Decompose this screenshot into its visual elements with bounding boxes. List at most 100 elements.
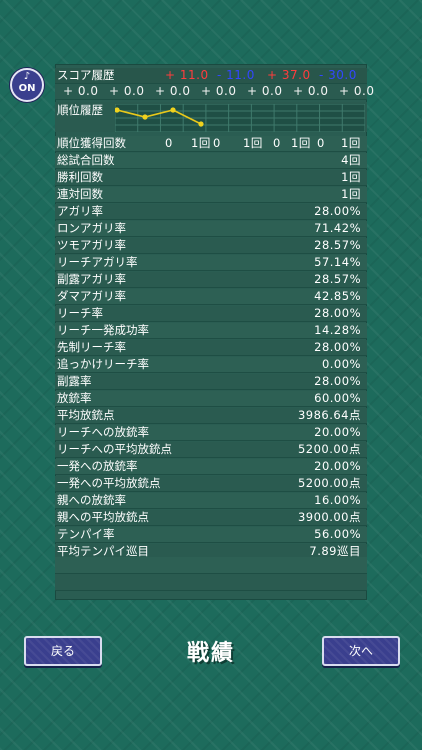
score-history-value-1: + 11.0 — [165, 68, 209, 82]
stat-label: 一発への放銃率 — [57, 459, 138, 473]
stat-value: 20.00% — [314, 425, 361, 439]
stat-value: 16.00% — [314, 493, 361, 507]
stat-row: 親への平均放銃点 3900.00点 — [55, 510, 367, 526]
stat-value: 71.42% — [314, 221, 361, 235]
next-button[interactable]: 次へ — [322, 636, 400, 666]
stat-value: 5200.00点 — [297, 442, 361, 456]
stat-value: 28.00% — [314, 306, 361, 320]
stat-label: 親への平均放銃点 — [57, 510, 149, 524]
rank-count-4a: 0 — [317, 136, 325, 150]
rank-counts-label: 順位獲得回数 — [57, 136, 126, 150]
stat-row: 副露アガリ率 28.57% — [55, 272, 367, 288]
stat-label: リーチ一発成功率 — [57, 323, 149, 337]
stat-row: リーチへの放銃率 20.00% — [55, 425, 367, 441]
stat-row: 一発への放銃率 20.00% — [55, 459, 367, 475]
stat-label: ツモアガリ率 — [57, 238, 126, 252]
stat-row: 総試合回数 4回 — [55, 153, 367, 169]
stat-row: アガリ率 28.00% — [55, 204, 367, 220]
stat-value: 20.00% — [314, 459, 361, 473]
stat-label: 副露アガリ率 — [57, 272, 126, 286]
music-note-icon: ♪ — [23, 71, 31, 82]
score-history-label: スコア履歴 — [57, 68, 115, 82]
stat-value: 3986.64点 — [297, 408, 361, 422]
stat-label: 追っかけリーチ率 — [57, 357, 149, 371]
score-diff-6: + 0.0 — [293, 84, 329, 98]
stat-row: 親への放銃率 16.00% — [55, 493, 367, 509]
stat-value: 14.28% — [314, 323, 361, 337]
stat-label: 平均放銃点 — [57, 408, 115, 422]
stat-label: アガリ率 — [57, 204, 103, 218]
stat-value: 28.00% — [314, 204, 361, 218]
stat-value: 5200.00点 — [297, 476, 361, 490]
stat-label: 勝利回数 — [57, 170, 103, 184]
stat-label: 連対回数 — [57, 187, 103, 201]
stat-value: 3900.00点 — [297, 510, 361, 524]
sound-state-label: ON — [18, 83, 36, 94]
score-diff-1: + 0.0 — [63, 84, 99, 98]
stat-row: 平均放銃点 3986.64点 — [55, 408, 367, 424]
stat-row: 一発への平均放銃点 5200.00点 — [55, 476, 367, 492]
score-diff-7: + 0.0 — [339, 84, 375, 98]
rank-history-point — [170, 107, 176, 113]
rank-history-point — [142, 114, 148, 120]
empty-row — [55, 574, 367, 591]
stat-row: 放銃率 60.00% — [55, 391, 367, 407]
stat-value: 4回 — [341, 153, 361, 167]
score-diff-5: + 0.0 — [247, 84, 283, 98]
stat-label: 親への放銃率 — [57, 493, 126, 507]
rank-count-2b: 1回 — [243, 136, 263, 150]
score-history-value-3: + 37.0 — [267, 68, 311, 82]
rank-count-1a: 0 — [165, 136, 173, 150]
stat-label: テンパイ率 — [57, 527, 115, 541]
rank-count-4b: 1回 — [341, 136, 361, 150]
stat-value: 57.14% — [314, 255, 361, 269]
stat-value: 28.57% — [314, 272, 361, 286]
rank-count-3a: 0 — [273, 136, 281, 150]
sound-toggle-button[interactable]: ♪ ON — [10, 68, 44, 102]
stat-row: 副露率 28.00% — [55, 374, 367, 390]
stat-row: 勝利回数 1回 — [55, 170, 367, 186]
stat-label: ロンアガリ率 — [57, 221, 126, 235]
empty-row — [55, 557, 367, 574]
stat-row: ロンアガリ率 71.42% — [55, 221, 367, 237]
stat-label: 放銃率 — [57, 391, 92, 405]
stat-label: リーチ率 — [57, 306, 103, 320]
stat-value: 56.00% — [314, 527, 361, 541]
stat-value: 28.57% — [314, 238, 361, 252]
rank-counts-row: 順位獲得回数 0 1回 0 1回 0 1回 0 1回 — [55, 136, 367, 152]
stat-row: 連対回数 1回 — [55, 187, 367, 203]
stat-row: ツモアガリ率 28.57% — [55, 238, 367, 254]
score-diff-row: + 0.0 + 0.0 + 0.0 + 0.0 + 0.0 + 0.0 + 0.… — [55, 84, 374, 100]
stat-label: 一発への平均放銃点 — [57, 476, 161, 490]
score-diff-4: + 0.0 — [201, 84, 237, 98]
rank-history-row: 順位履歴 — [55, 102, 367, 132]
score-history-value-2: - 11.0 — [217, 68, 255, 82]
stat-value: 1回 — [341, 170, 361, 184]
stat-label: ダマアガリ率 — [57, 289, 126, 303]
rank-history-point — [198, 121, 204, 127]
stat-row: リーチ率 28.00% — [55, 306, 367, 322]
stat-value: 28.00% — [314, 374, 361, 388]
stat-label: リーチへの放銃率 — [57, 425, 149, 439]
score-diff-3: + 0.0 — [155, 84, 191, 98]
rank-count-3b: 1回 — [291, 136, 311, 150]
stat-row: リーチ一発成功率 14.28% — [55, 323, 367, 339]
stat-label: リーチへの平均放銃点 — [57, 442, 172, 456]
stat-row: 先制リーチ率 28.00% — [55, 340, 367, 356]
rank-count-2a: 0 — [213, 136, 221, 150]
stat-value: 0.00% — [321, 357, 361, 371]
stat-row: ダマアガリ率 42.85% — [55, 289, 367, 305]
stat-label: 先制リーチ率 — [57, 340, 126, 354]
stat-label: リーチアガリ率 — [57, 255, 138, 269]
stat-row: リーチへの平均放銃点 5200.00点 — [55, 442, 367, 458]
stat-row: テンパイ率 56.00% — [55, 527, 367, 543]
stat-value: 1回 — [341, 187, 361, 201]
score-history-row: スコア履歴 + 11.0 - 11.0 + 37.0 - 30.0 — [55, 68, 367, 84]
stat-row: 追っかけリーチ率 0.00% — [55, 357, 367, 373]
stats-panel: スコア履歴 + 11.0 - 11.0 + 37.0 - 30.0 + 0.0 … — [55, 64, 374, 600]
rank-count-1b: 1回 — [191, 136, 211, 150]
stat-label: 総試合回数 — [57, 153, 115, 167]
score-history-value-4: - 30.0 — [319, 68, 357, 82]
stat-value: 42.85% — [314, 289, 361, 303]
stat-value: 60.00% — [314, 391, 361, 405]
